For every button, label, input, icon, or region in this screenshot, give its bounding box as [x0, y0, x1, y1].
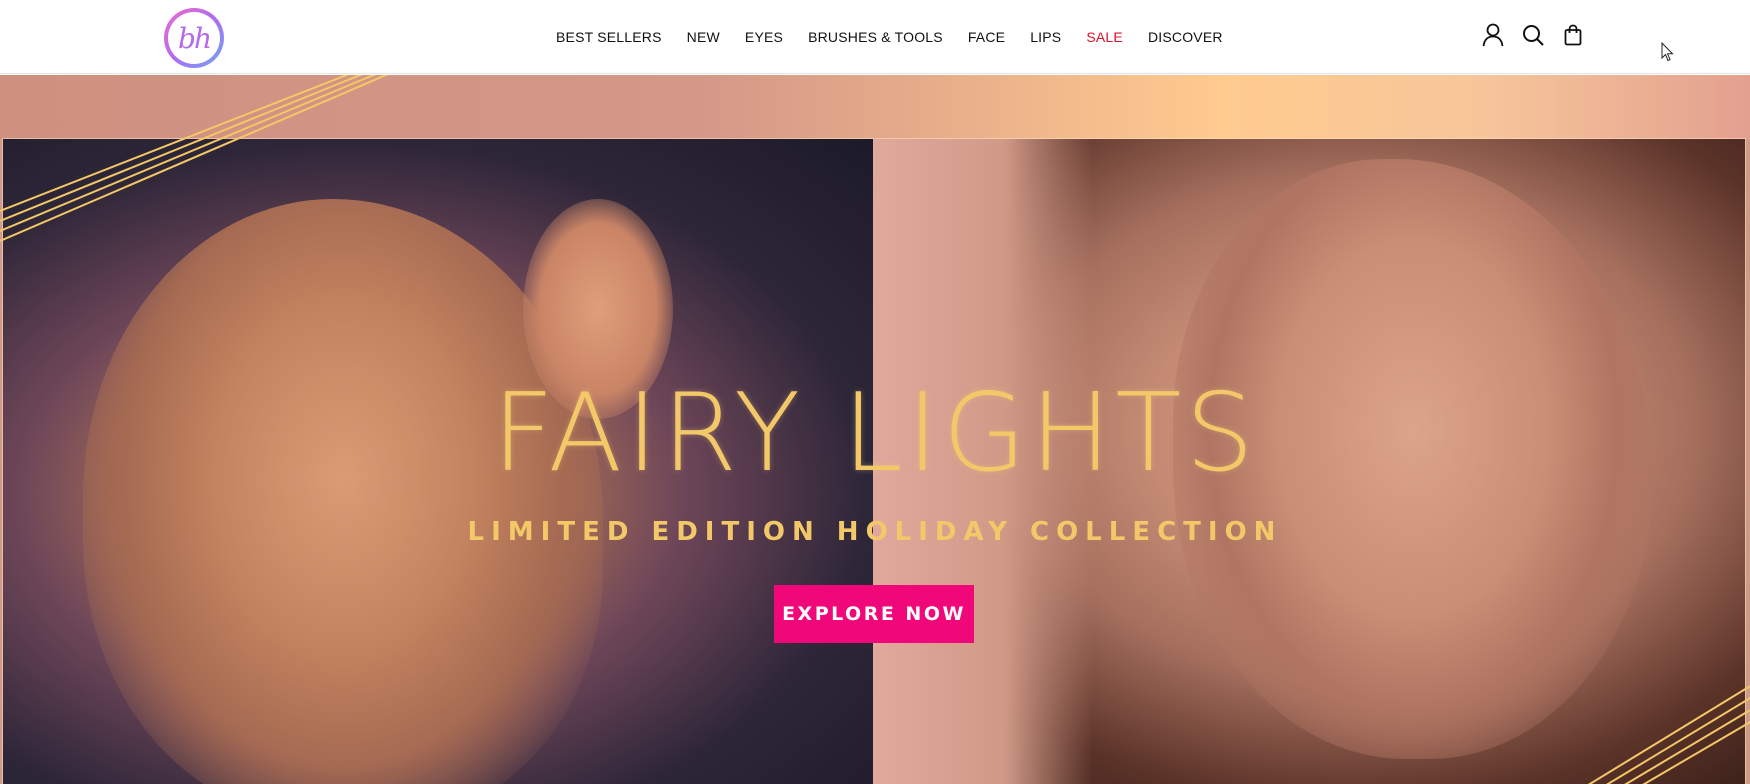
nav-lips[interactable]: LIPS	[1030, 29, 1061, 45]
shopping-bag-icon[interactable]	[1562, 22, 1584, 48]
hero-banner[interactable]: FAIRY LIGHTS LIMITED EDITION HOLIDAY COL…	[0, 75, 1750, 784]
main-nav: BEST SELLERS NEW EYES BRUSHES & TOOLS FA…	[556, 0, 1248, 74]
hero-title: FAIRY LIGHTS	[492, 371, 1258, 496]
search-icon[interactable]	[1522, 22, 1544, 48]
explore-now-button[interactable]: EXPLORE NOW	[774, 585, 974, 643]
site-header: bh BEST SELLERS NEW EYES BRUSHES & TOOLS…	[0, 0, 1750, 74]
nav-face[interactable]: FACE	[968, 29, 1005, 45]
hero-subtitle: LIMITED EDITION HOLIDAY COLLECTION	[467, 517, 1283, 547]
header-icons	[1482, 22, 1584, 48]
nav-new[interactable]: NEW	[687, 29, 720, 45]
account-icon[interactable]	[1482, 22, 1504, 48]
logo-text: bh	[168, 12, 220, 64]
nav-discover[interactable]: DISCOVER	[1148, 29, 1223, 45]
nav-eyes[interactable]: EYES	[745, 29, 783, 45]
mouse-cursor-icon	[1661, 42, 1674, 62]
nav-best-sellers[interactable]: BEST SELLERS	[556, 29, 662, 45]
nav-sale[interactable]: SALE	[1086, 29, 1123, 45]
brand-logo[interactable]: bh	[164, 8, 224, 68]
nav-brushes-tools[interactable]: BRUSHES & TOOLS	[808, 29, 943, 45]
hero-top-band	[0, 75, 1750, 139]
